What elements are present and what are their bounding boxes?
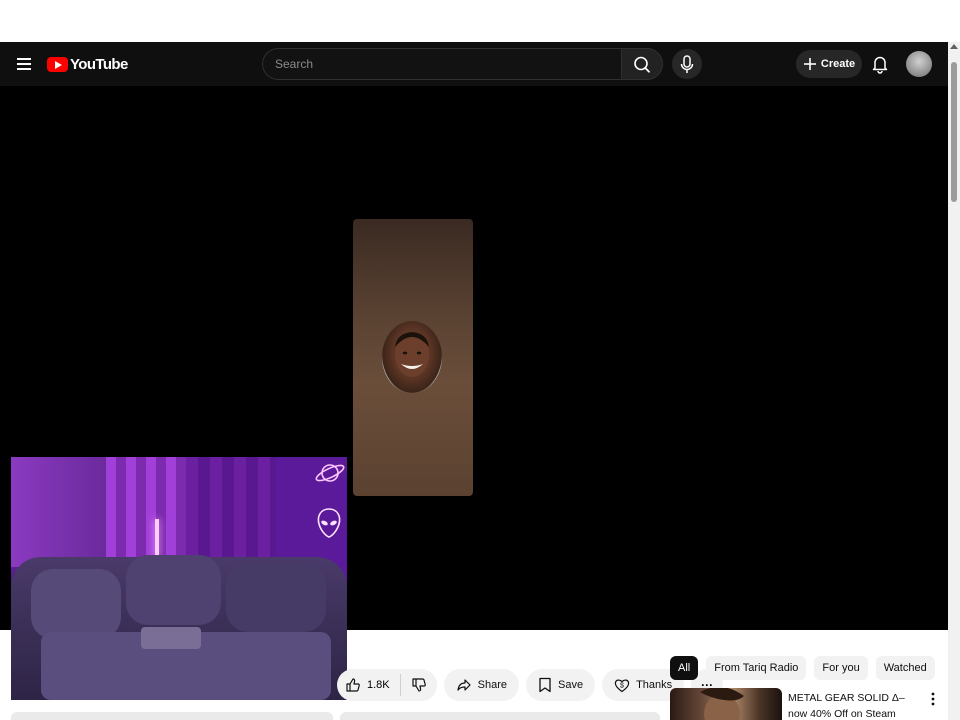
caller-avatar <box>382 321 442 393</box>
scroll-up-arrow-icon[interactable] <box>950 44 958 49</box>
search-icon <box>634 56 650 73</box>
create-label: Create <box>820 58 856 70</box>
search-button[interactable] <box>621 48 663 80</box>
recommended-thumbnail[interactable] <box>670 688 782 720</box>
plus-icon <box>803 58 816 70</box>
account-avatar[interactable] <box>906 51 932 77</box>
thanks-icon: $ <box>614 679 630 693</box>
page: YouTube Create <box>0 0 960 720</box>
chip-watched[interactable]: Watched <box>875 656 935 680</box>
thanks-label: Thanks <box>636 679 673 691</box>
search-input[interactable] <box>263 49 622 79</box>
like-count: 1.8K <box>367 679 390 691</box>
like-dislike-group: 1.8K <box>337 669 437 701</box>
save-button[interactable]: Save <box>526 669 596 701</box>
logo-text: YouTube <box>70 55 128 73</box>
masthead: YouTube Create <box>0 42 948 86</box>
video-call-panel <box>353 219 473 496</box>
like-icon <box>346 678 360 692</box>
webcam-overlay <box>11 457 347 700</box>
recommended-title[interactable]: METAL GEAR SOLID Δ– now 40% Off on Steam <box>788 690 918 720</box>
mic-icon <box>680 55 694 73</box>
share-label: Share <box>477 679 507 691</box>
related-filter-chips: All From Tariq Radio For you Watched <box>670 656 935 680</box>
neon-lamp <box>155 519 159 559</box>
youtube-logo[interactable]: YouTube <box>47 55 128 73</box>
neon-planet-icon <box>315 464 345 482</box>
search-box <box>262 48 622 80</box>
description-card-right <box>340 712 660 720</box>
voice-search-button[interactable] <box>672 49 702 79</box>
chip-from-channel[interactable]: From Tariq Radio <box>706 656 807 680</box>
bell-icon <box>872 56 888 74</box>
more-vert-icon[interactable] <box>928 691 938 707</box>
scrollbar-thumb[interactable] <box>951 62 957 202</box>
youtube-logo-icon <box>47 56 68 72</box>
create-button[interactable]: Create <box>796 50 862 78</box>
neon-alien-icon <box>317 508 341 538</box>
dislike-icon <box>412 678 426 692</box>
dislike-button[interactable] <box>401 669 437 701</box>
svg-text:$: $ <box>620 683 624 690</box>
description-card-left <box>11 712 333 720</box>
save-label: Save <box>558 679 584 691</box>
menu-icon[interactable] <box>14 55 34 73</box>
like-button[interactable]: 1.8K <box>337 669 400 701</box>
save-icon <box>539 677 551 693</box>
video-actions: 1.8K Share Save $ Thanks ··· <box>337 669 724 701</box>
chip-all[interactable]: All <box>670 656 699 680</box>
chip-for-you[interactable]: For you <box>814 656 868 680</box>
notifications-button[interactable] <box>866 50 894 78</box>
browser-top-strip <box>0 0 960 42</box>
recommended-video[interactable]: METAL GEAR SOLID Δ– now 40% Off on Steam <box>670 688 940 720</box>
share-icon <box>457 679 471 691</box>
share-button[interactable]: Share <box>443 669 519 701</box>
page-scrollbar[interactable] <box>948 42 960 720</box>
